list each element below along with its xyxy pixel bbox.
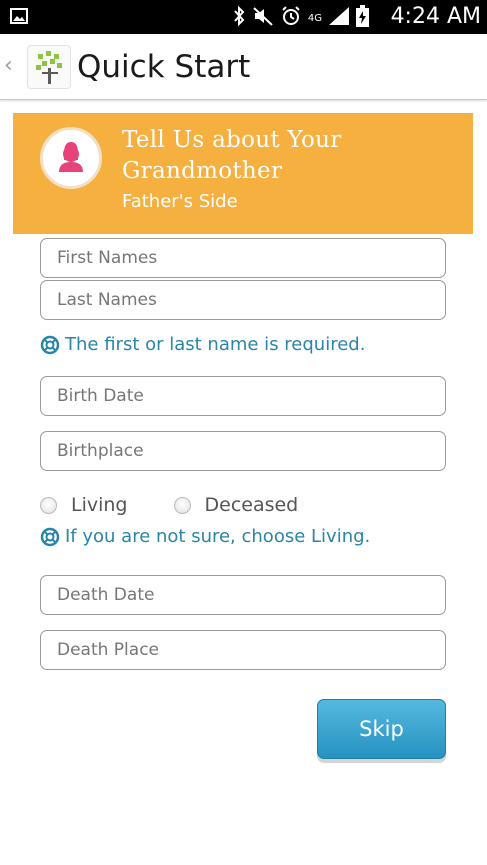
action-bar: ‹ Quick Start bbox=[0, 34, 487, 100]
name-required-hint: The first or last name is required. bbox=[40, 334, 365, 355]
skip-button[interactable]: Skip bbox=[317, 699, 446, 759]
living-radio-label[interactable]: Living bbox=[71, 494, 128, 516]
status-hint-text: If you are not sure, choose Living. bbox=[65, 526, 371, 547]
death-place-field[interactable] bbox=[40, 630, 446, 670]
battery-icon bbox=[356, 5, 369, 32]
living-status-hint: If you are not sure, choose Living. bbox=[40, 526, 370, 547]
death-date-field[interactable] bbox=[40, 575, 446, 615]
birthplace-field[interactable] bbox=[40, 431, 446, 471]
mute-icon bbox=[252, 5, 274, 32]
living-radio[interactable] bbox=[40, 496, 57, 514]
family-tree-icon[interactable] bbox=[27, 45, 71, 89]
clock: 4:24 AM bbox=[390, 4, 481, 29]
last-names-field[interactable] bbox=[40, 280, 446, 320]
lifebuoy-icon bbox=[40, 335, 60, 354]
banner-heading: Tell Us about Your Grandmother bbox=[122, 127, 342, 184]
first-names-field[interactable] bbox=[40, 238, 446, 278]
status-bar: 4G 4:24 AM bbox=[0, 0, 487, 34]
living-status-radio-group: Living Deceased bbox=[40, 494, 298, 516]
birth-date-field[interactable] bbox=[40, 376, 446, 416]
relative-banner: Tell Us about Your Grandmother Father's … bbox=[13, 113, 473, 234]
status-icons: 4G bbox=[232, 5, 369, 32]
image-icon bbox=[10, 8, 28, 29]
female-person-icon bbox=[59, 142, 83, 172]
chevron-left-icon[interactable]: ‹ bbox=[4, 53, 13, 78]
name-hint-text: The first or last name is required. bbox=[65, 334, 366, 355]
lifebuoy-icon bbox=[40, 527, 60, 546]
alarm-icon bbox=[280, 5, 302, 32]
deceased-radio-label[interactable]: Deceased bbox=[205, 494, 299, 516]
banner-subheading: Father's Side bbox=[122, 191, 238, 212]
network-4g-label: 4G bbox=[307, 13, 322, 24]
page-title: Quick Start bbox=[77, 49, 251, 85]
bluetooth-icon bbox=[232, 5, 246, 32]
avatar bbox=[40, 127, 102, 189]
signal-icon bbox=[328, 6, 350, 31]
deceased-radio[interactable] bbox=[173, 496, 191, 514]
